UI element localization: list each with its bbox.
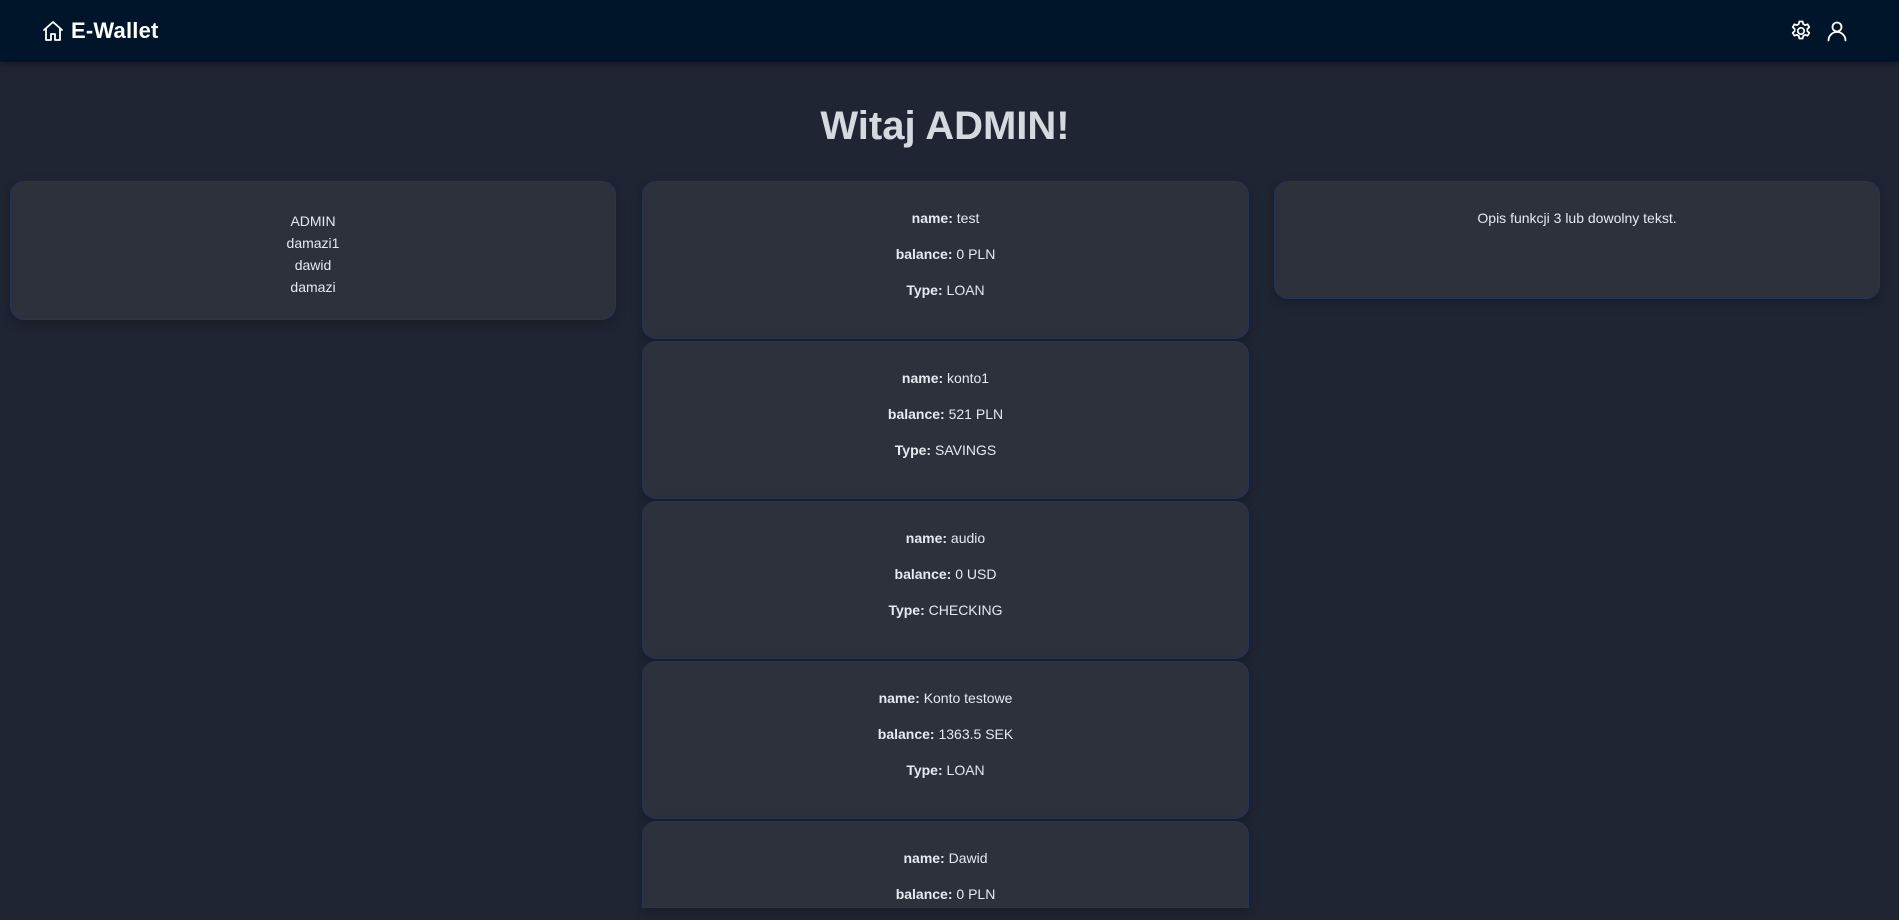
balance-label: balance: — [895, 246, 953, 262]
home-link[interactable]: E-Wallet — [41, 17, 159, 45]
account-type: Type: SAVINGS — [643, 440, 1248, 476]
type-label: Type: — [894, 442, 932, 458]
balance-label: balance: — [877, 726, 935, 742]
name-value: audio — [950, 530, 986, 546]
account-card: name: audio balance: 0 USD Type: CHECKIN… — [642, 501, 1249, 659]
settings-icon — [1791, 20, 1811, 40]
account-balance: balance: 0 PLN — [643, 884, 1248, 920]
account-balance: balance: 1363.5 SEK — [643, 724, 1248, 760]
account-type: Type: LOAN — [643, 760, 1248, 796]
user-list-item: damazi — [290, 279, 336, 295]
account-name: name: Konto testowe — [643, 688, 1248, 724]
balance-value: 521 PLN — [948, 406, 1004, 422]
type-value: LOAN — [946, 762, 985, 778]
account-card: name: konto1 balance: 521 PLN Type: SAVI… — [642, 341, 1249, 499]
user-list-item: dawid — [294, 257, 332, 273]
type-value: SAVINGS — [935, 442, 997, 458]
app-title: E-Wallet — [71, 18, 159, 43]
account-balance: balance: 0 PLN — [643, 244, 1248, 280]
name-label: name: — [878, 690, 920, 706]
account-name: name: Dawid — [643, 848, 1248, 884]
balance-value: 0 PLN — [956, 886, 996, 902]
account-card: name: Dawid balance: 0 PLN — [642, 821, 1249, 908]
user-list-item: ADMIN — [290, 213, 336, 229]
navbar: E-Wallet — [0, 0, 1899, 62]
home-icon — [43, 21, 63, 41]
balance-label: balance: — [895, 886, 953, 902]
account-name: name: konto1 — [643, 368, 1248, 404]
type-value: CHECKING — [928, 602, 1003, 618]
account-type: Type: LOAN — [643, 280, 1248, 316]
name-label: name: — [905, 530, 948, 546]
name-value: Dawid — [948, 850, 988, 866]
account-balance: balance: 0 USD — [643, 564, 1248, 600]
account-type: Type: CHECKING — [643, 600, 1248, 636]
page-title: Witaj ADMIN! — [820, 104, 1070, 148]
balance-value: 1363.5 SEK — [938, 726, 1014, 742]
type-label: Type: — [906, 762, 943, 778]
balance-value: 0 USD — [955, 566, 997, 582]
name-value: test — [956, 210, 980, 226]
name-label: name: — [911, 210, 953, 226]
users-card: ADMIN damazi1 dawid damazi — [10, 181, 616, 320]
account-card: name: test balance: 0 PLN Type: LOAN — [642, 181, 1249, 339]
type-label: Type: — [888, 602, 925, 618]
type-label: Type: — [906, 282, 943, 298]
name-label: name: — [901, 370, 944, 386]
account-name: name: test — [643, 208, 1248, 244]
user-icon — [1827, 21, 1847, 42]
balance-label: balance: — [887, 406, 945, 422]
user-list-item: damazi1 — [286, 235, 340, 251]
name-label: name: — [903, 850, 945, 866]
account-card: name: Konto testowe balance: 1363.5 SEK … — [642, 661, 1249, 819]
user-button[interactable] — [1825, 19, 1849, 43]
info-text: Opis funkcji 3 lub dowolny tekst. — [1477, 210, 1677, 226]
settings-button[interactable] — [1789, 19, 1813, 43]
info-card: Opis funkcji 3 lub dowolny tekst. — [1274, 181, 1880, 299]
balance-label: balance: — [894, 566, 952, 582]
account-name: name: audio — [643, 528, 1248, 564]
account-balance: balance: 521 PLN — [643, 404, 1248, 440]
name-value: konto1 — [947, 370, 990, 386]
name-value: Konto testowe — [923, 690, 1013, 706]
balance-value: 0 PLN — [956, 246, 996, 262]
type-value: LOAN — [946, 282, 985, 298]
